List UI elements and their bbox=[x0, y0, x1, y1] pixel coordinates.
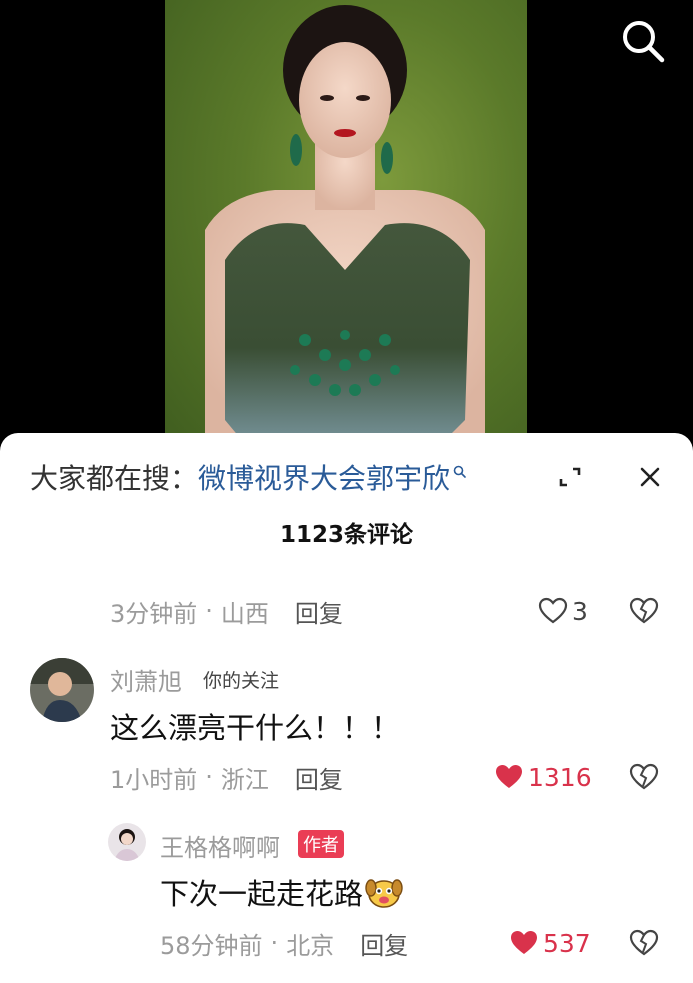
like-button[interactable]: 537 bbox=[509, 925, 591, 961]
comment-text-content: 下次一起走花路 bbox=[160, 877, 364, 911]
dislike-button[interactable] bbox=[629, 928, 659, 958]
comment-meta: 58分钟前 · 北京 回复 bbox=[160, 925, 408, 961]
broken-heart-icon bbox=[629, 763, 659, 790]
meta-separator: · bbox=[270, 929, 279, 957]
comment-meta: 3分钟前 · 山西 回复 bbox=[110, 593, 343, 629]
like-button[interactable]: 1316 bbox=[494, 759, 592, 795]
comment-sheet: 大家都在搜： 微博视界大会郭宇欣 1123条评论 3分钟前 · 山西 回复 3 bbox=[0, 433, 693, 983]
comment-time: 1小时前 bbox=[110, 765, 198, 794]
reply-button[interactable]: 回复 bbox=[295, 594, 343, 629]
hot-search-prefix: 大家都在搜： bbox=[30, 462, 199, 495]
comment-text: 这么漂亮干什么！！！ bbox=[110, 711, 401, 745]
media-viewer bbox=[0, 0, 693, 450]
reply-button[interactable]: 回复 bbox=[360, 926, 408, 961]
heart-icon bbox=[538, 597, 568, 624]
meta-separator: · bbox=[205, 763, 213, 791]
comment-time: 58分钟前 bbox=[160, 931, 263, 960]
heart-filled-icon bbox=[496, 765, 522, 788]
search-icon bbox=[623, 21, 665, 63]
like-count: 1316 bbox=[528, 762, 592, 792]
follow-tag: 你的关注 bbox=[203, 670, 280, 692]
comment-location: 北京 bbox=[286, 931, 335, 960]
comment-location: 浙江 bbox=[220, 765, 269, 794]
comment-location: 山西 bbox=[220, 599, 269, 628]
dog-emoji-icon bbox=[365, 879, 403, 908]
avatar[interactable] bbox=[108, 823, 146, 861]
broken-heart-icon bbox=[629, 929, 659, 956]
meta-separator: · bbox=[205, 597, 213, 625]
photo-illustration bbox=[205, 5, 485, 450]
avatar-image bbox=[30, 658, 94, 722]
comment-username[interactable]: 王格格啊啊 bbox=[160, 828, 280, 863]
hot-search-bar[interactable]: 大家都在搜： 微博视界大会郭宇欣 bbox=[30, 457, 468, 497]
expand-button[interactable] bbox=[554, 461, 586, 493]
comment-meta: 1小时前 · 浙江 回复 bbox=[110, 759, 343, 795]
like-count: 3 bbox=[572, 596, 588, 626]
author-badge: 作者 bbox=[298, 830, 344, 858]
avatar-image bbox=[108, 823, 146, 861]
dislike-button[interactable] bbox=[629, 596, 659, 626]
search-button[interactable] bbox=[618, 16, 668, 66]
comment-time: 3分钟前 bbox=[110, 599, 198, 628]
post-photo[interactable] bbox=[165, 0, 527, 450]
hot-search-keyword[interactable]: 微博视界大会郭宇欣 bbox=[198, 457, 450, 497]
reply-button[interactable]: 回复 bbox=[295, 760, 343, 795]
small-search-icon bbox=[453, 465, 466, 478]
avatar[interactable] bbox=[30, 658, 94, 722]
like-count: 537 bbox=[543, 928, 591, 958]
comment-count: 1123条评论 bbox=[279, 522, 413, 548]
broken-heart-icon bbox=[629, 597, 659, 624]
expand-icon bbox=[559, 467, 581, 487]
dislike-button[interactable] bbox=[629, 762, 659, 792]
comment-text: 下次一起走花路 bbox=[160, 871, 403, 913]
like-button[interactable]: 3 bbox=[538, 593, 588, 629]
close-icon bbox=[640, 467, 660, 487]
close-button[interactable] bbox=[634, 461, 666, 493]
comment-username[interactable]: 刘萧旭 bbox=[110, 662, 182, 697]
heart-filled-icon bbox=[511, 931, 537, 954]
